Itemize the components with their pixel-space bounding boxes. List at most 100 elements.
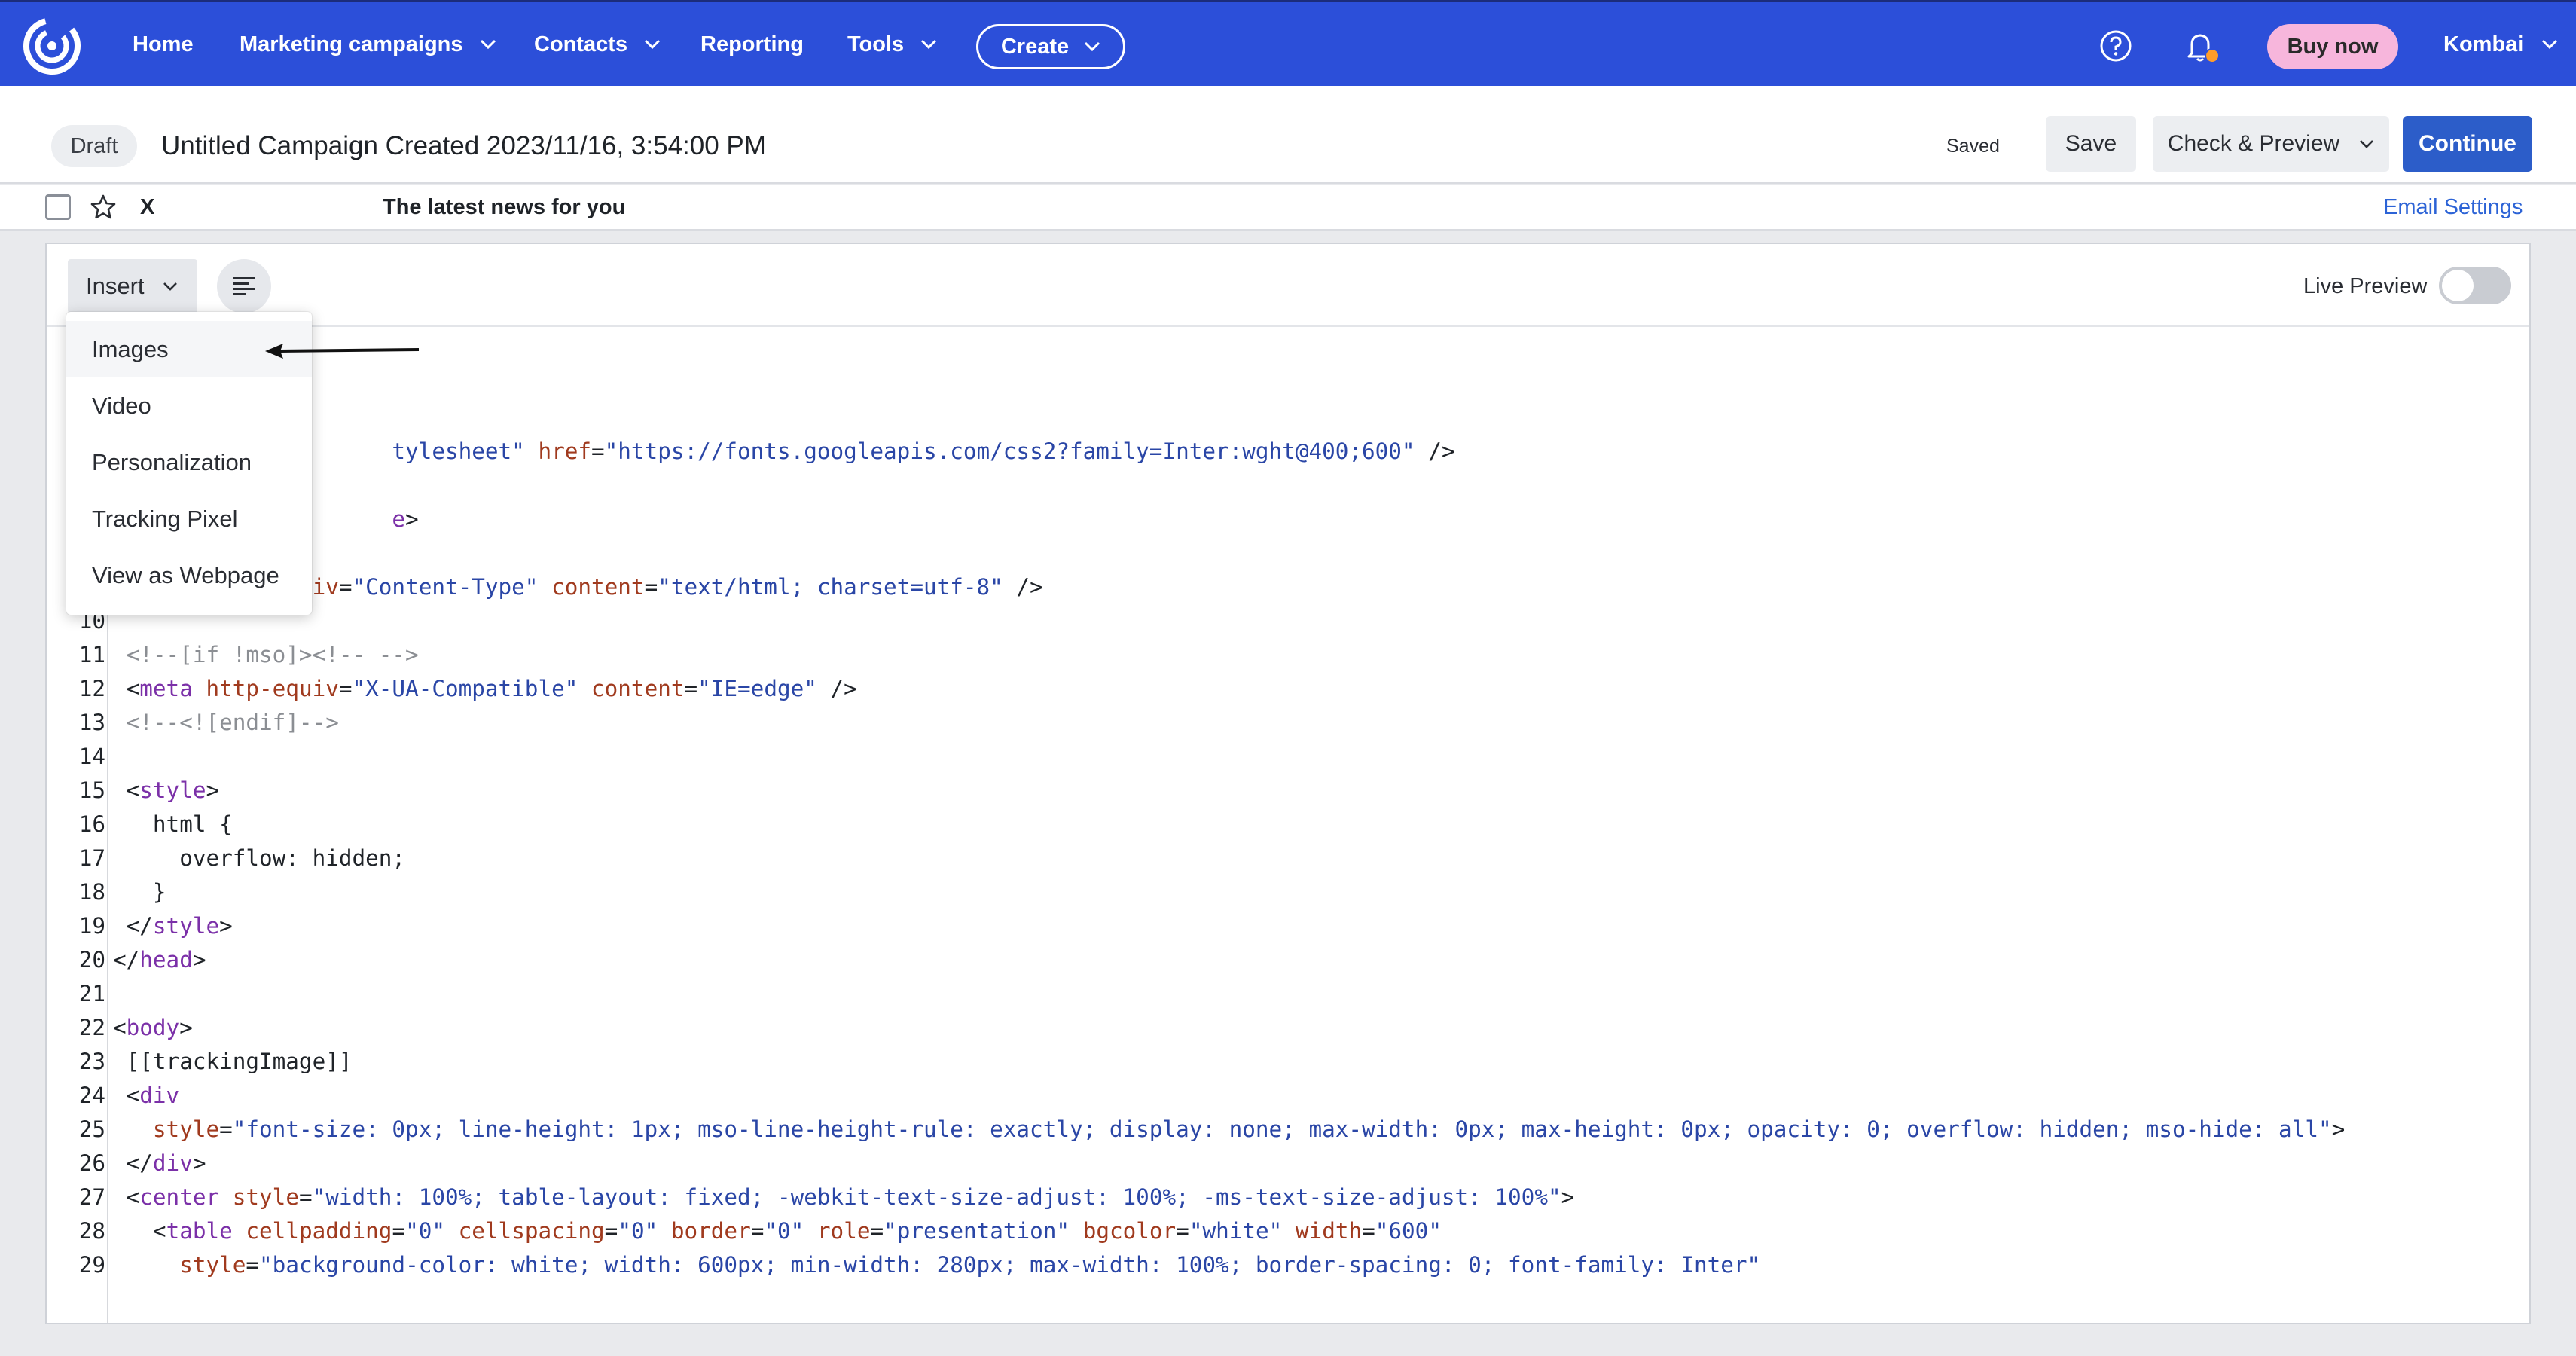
nav-home[interactable]: Home bbox=[133, 2, 194, 87]
code-line[interactable]: 21 bbox=[47, 977, 2529, 1011]
nav-tools[interactable]: Tools bbox=[847, 2, 937, 87]
code-line[interactable]: 18 } bbox=[47, 875, 2529, 909]
nav-home-label: Home bbox=[133, 32, 194, 56]
code-token: width bbox=[1295, 1218, 1363, 1244]
code-line[interactable]: 26 </div> bbox=[47, 1147, 2529, 1180]
code-token: http-equiv bbox=[206, 676, 339, 701]
code-text: <table cellpadding="0" cellspacing="0" b… bbox=[113, 1214, 1442, 1248]
check-preview-label: Check & Preview bbox=[2167, 131, 2340, 156]
menu-item-video[interactable]: Video bbox=[66, 377, 312, 434]
code-token: /> bbox=[816, 676, 857, 701]
code-token: < bbox=[113, 777, 140, 803]
code-token: html { bbox=[113, 811, 233, 837]
code-line[interactable]: 14 bbox=[47, 740, 2529, 774]
menu-item-personalization[interactable]: Personalization bbox=[66, 434, 312, 490]
code-token: = bbox=[392, 1218, 406, 1244]
live-preview-toggle[interactable] bbox=[2439, 267, 2511, 304]
code-token: body bbox=[126, 1015, 180, 1040]
create-button[interactable]: Create bbox=[976, 24, 1125, 69]
code-line[interactable]: 16 html { bbox=[47, 808, 2529, 841]
code-token: = bbox=[338, 676, 353, 701]
buy-now-button[interactable]: Buy now bbox=[2267, 24, 2398, 69]
editor-toolbar: Insert Live Preview bbox=[47, 244, 2529, 327]
code-token: style bbox=[152, 1116, 220, 1142]
star-icon[interactable] bbox=[89, 193, 118, 221]
code-token: } bbox=[113, 879, 166, 905]
code-token: = bbox=[1176, 1218, 1189, 1244]
code-token: center bbox=[139, 1184, 220, 1210]
code-token: > bbox=[192, 947, 206, 973]
code-text: [[trackingImage]] bbox=[113, 1045, 353, 1079]
code-token: > bbox=[219, 913, 233, 939]
code-text: } bbox=[113, 875, 166, 909]
code-line[interactable]: 10 bbox=[47, 604, 2529, 638]
code-text: <style> bbox=[113, 774, 220, 808]
code-line[interactable]: 27 <center style="width: 100%; table-lay… bbox=[47, 1180, 2529, 1214]
line-number: 23 bbox=[78, 1049, 105, 1074]
code-token: overflow: hidden; bbox=[113, 845, 406, 871]
continue-button[interactable]: Continue bbox=[2403, 116, 2532, 172]
menu-item-view-as-webpage[interactable]: View as Webpage bbox=[66, 547, 312, 603]
code-token: table bbox=[166, 1218, 233, 1244]
line-number: 13 bbox=[78, 710, 105, 735]
code-line[interactable]: 19 </style> bbox=[47, 909, 2529, 943]
code-line[interactable]: 29 style="background-color: white; width… bbox=[47, 1248, 2529, 1282]
code-line[interactable]: tylesheet" href="https://fonts.googleapi… bbox=[47, 435, 2529, 469]
code-line[interactable]: 25 style="font-size: 0px; line-height: 1… bbox=[47, 1113, 2529, 1147]
code-line[interactable]: 24 <div bbox=[47, 1079, 2529, 1113]
code-line[interactable]: 17 overflow: hidden; bbox=[47, 841, 2529, 875]
save-button[interactable]: Save bbox=[2046, 116, 2136, 172]
code-line[interactable]: 12 <meta http-equiv="X-UA-Compatible" co… bbox=[47, 672, 2529, 706]
nav-contacts[interactable]: Contacts bbox=[534, 2, 661, 87]
code-token: content bbox=[551, 574, 645, 600]
code-token: < bbox=[113, 1184, 140, 1210]
menu-item-tracking-pixel[interactable]: Tracking Pixel bbox=[66, 490, 312, 547]
code-line[interactable]: e> bbox=[47, 502, 2529, 536]
code-token: </ bbox=[113, 947, 140, 973]
nav-marketing-campaigns[interactable]: Marketing campaigns bbox=[240, 2, 496, 87]
code-token: </ bbox=[113, 1150, 153, 1176]
toggle-knob bbox=[2442, 270, 2474, 301]
code-line[interactable] bbox=[47, 469, 2529, 502]
code-line[interactable]: 11 <!--[if !mso]><!-- --> bbox=[47, 638, 2529, 672]
line-number: 12 bbox=[78, 676, 105, 701]
campaign-title[interactable]: Untitled Campaign Created 2023/11/16, 3:… bbox=[161, 125, 766, 167]
notification-badge bbox=[2205, 48, 2220, 63]
code-line[interactable]: 15 <style> bbox=[47, 774, 2529, 808]
code-line[interactable]: 22 <body> bbox=[47, 1011, 2529, 1045]
inbox-preview-row: X The latest news for you Email Settings bbox=[0, 185, 2576, 231]
code-line[interactable] bbox=[47, 401, 2529, 435]
help-icon[interactable] bbox=[2099, 29, 2132, 63]
email-settings-link[interactable]: Email Settings bbox=[2383, 185, 2523, 229]
code-token: > bbox=[206, 777, 220, 803]
format-code-button[interactable] bbox=[217, 259, 271, 313]
code-line[interactable]: 28 <table cellpadding="0" cellspacing="0… bbox=[47, 1214, 2529, 1248]
chevron-down-icon bbox=[2542, 39, 2558, 50]
check-preview-button[interactable]: Check & Preview bbox=[2153, 116, 2389, 172]
code-line[interactable]: 23 [[trackingImage]] bbox=[47, 1045, 2529, 1079]
code-token: = bbox=[338, 574, 353, 600]
code-line[interactable] bbox=[47, 367, 2529, 401]
code-line[interactable]: 9 <meta http-equiv="Content-Type" conten… bbox=[47, 570, 2529, 604]
code-token: "0" bbox=[764, 1218, 804, 1244]
preview-checkbox[interactable] bbox=[45, 194, 71, 220]
code-line[interactable]: 13 <!--<![endif]--> bbox=[47, 706, 2529, 740]
code-line[interactable] bbox=[47, 536, 2529, 570]
insert-dropdown-button[interactable]: Insert bbox=[68, 259, 197, 313]
code-token: </ bbox=[113, 913, 153, 939]
code-text: </head> bbox=[113, 943, 206, 977]
code-token: style bbox=[152, 913, 220, 939]
code-line[interactable]: 20 </head> bbox=[47, 943, 2529, 977]
chevron-down-icon bbox=[163, 282, 177, 291]
constant-contact-logo-icon[interactable] bbox=[21, 15, 83, 77]
code-token: "font-size: 0px; line-height: 1px; mso-l… bbox=[232, 1116, 2332, 1142]
code-token: e bbox=[392, 506, 406, 532]
nav-reporting[interactable]: Reporting bbox=[700, 2, 804, 87]
user-account-menu[interactable]: Kombai bbox=[2443, 2, 2558, 87]
code-token: = bbox=[644, 574, 658, 600]
